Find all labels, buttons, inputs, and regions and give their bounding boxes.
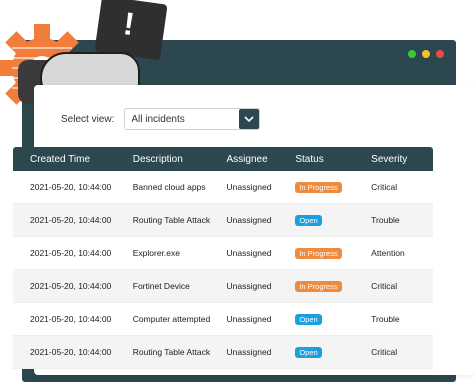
header-assignee[interactable]: Assignee [227,154,296,165]
assignee-cell: Unassigned [226,281,272,291]
created-time-cell: 2021-05-20, 10:44:00 [30,182,112,192]
assignee-cell: Unassigned [226,248,272,258]
exclamation-icon: ! [121,5,137,43]
created-time-cell: 2021-05-20, 10:44:00 [30,314,112,324]
header-created-time[interactable]: Created Time [13,154,133,165]
created-time-cell: 2021-05-20, 10:44:00 [30,248,112,258]
description-cell: Banned cloud apps [132,182,206,192]
table-row[interactable]: 2021-05-20, 10:44:00 Computer attempted … [13,303,433,336]
description-cell: Fortinet Device [132,281,190,291]
table-row[interactable]: 2021-05-20, 10:44:00 Routing Table Attac… [13,336,433,369]
assignee-cell: Unassigned [226,347,272,357]
view-select-value: All incidents [131,113,185,125]
status-badge: Open [295,313,322,325]
description-cell: Routing Table Attack [132,215,211,225]
chevron-down-icon[interactable] [239,109,260,129]
minimize-dot[interactable] [422,50,430,58]
view-select[interactable]: All incidents [124,108,261,130]
table-row[interactable]: 2021-05-20, 10:44:00 Explorer.exe Unassi… [13,237,433,270]
window-controls [408,50,444,58]
table-row[interactable]: 2021-05-20, 10:44:00 Fortinet Device Una… [13,270,433,303]
table-row[interactable]: 2021-05-20, 10:44:00 Routing Table Attac… [13,204,433,237]
status-badge: In Progress [295,247,342,259]
status-badge: In Progress [295,181,342,193]
status-badge: Open [295,346,322,358]
close-dot[interactable] [436,50,444,58]
incidents-table: Created Time Description Assignee Status… [13,147,433,369]
severity-cell: Critical [371,281,398,291]
maximize-dot[interactable] [408,50,416,58]
view-filter: Select view: All incidents [61,108,261,130]
created-time-cell: 2021-05-20, 10:44:00 [30,347,112,357]
description-cell: Explorer.exe [132,248,180,258]
assignee-cell: Unassigned [226,182,272,192]
description-cell: Computer attempted [132,314,211,324]
status-badge: In Progress [295,280,342,292]
assignee-cell: Unassigned [226,314,272,324]
header-status[interactable]: Status [295,154,371,165]
description-cell: Routing Table Attack [132,347,211,357]
created-time-cell: 2021-05-20, 10:44:00 [30,215,112,225]
header-severity[interactable]: Severity [371,154,433,165]
select-view-label: Select view: [61,113,115,125]
assignee-cell: Unassigned [226,215,272,225]
severity-cell: Trouble [371,215,400,225]
table-header: Created Time Description Assignee Status… [13,147,433,171]
severity-cell: Trouble [371,314,400,324]
created-time-cell: 2021-05-20, 10:44:00 [30,281,112,291]
header-description[interactable]: Description [133,154,227,165]
severity-cell: Attention [371,248,405,258]
severity-cell: Critical [371,347,398,357]
table-row[interactable]: 2021-05-20, 10:44:00 Banned cloud apps U… [13,171,433,204]
severity-cell: Critical [371,182,398,192]
status-badge: Open [295,214,322,226]
